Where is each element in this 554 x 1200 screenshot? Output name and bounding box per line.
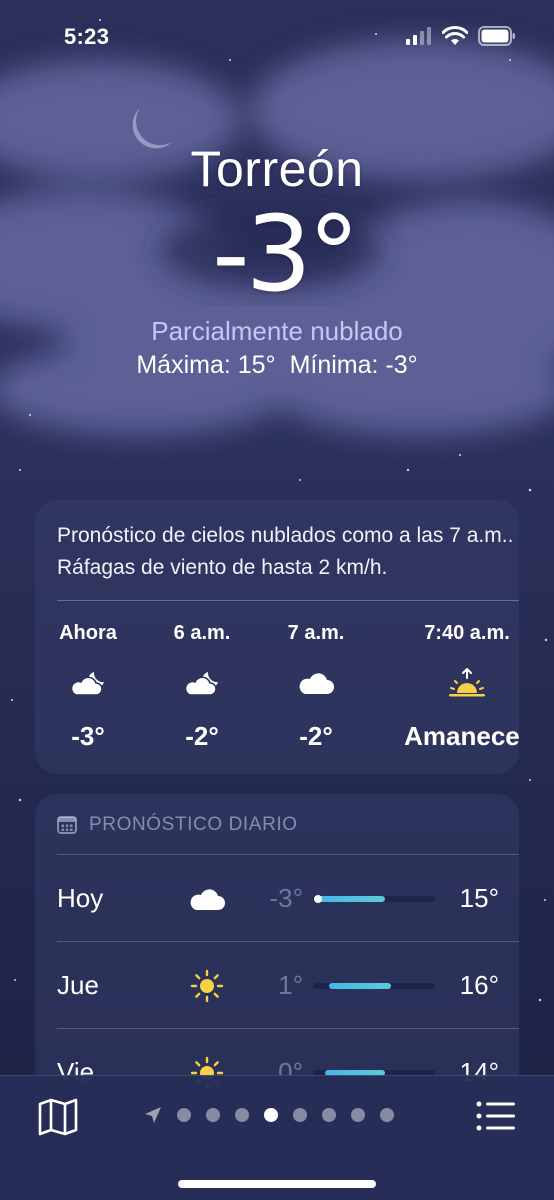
sunrise-icon bbox=[449, 668, 485, 697]
daily-forecast-header: PRONÓSTICO DIARIO bbox=[57, 814, 298, 836]
hourly-item: Ahora -3° bbox=[55, 622, 121, 752]
hourly-item: 7:40 a.m. Amanecer bbox=[397, 622, 519, 752]
bottom-toolbar bbox=[0, 1075, 554, 1200]
partly-cloudy-night-icon bbox=[184, 672, 218, 696]
hour-temperature: -3° bbox=[71, 721, 105, 751]
status-icons bbox=[406, 26, 516, 46]
hour-temperature: -2° bbox=[185, 721, 219, 751]
temperature-range-fill bbox=[329, 983, 391, 989]
divider bbox=[57, 600, 519, 601]
forecast-summary: Pronóstico de cielos nublados como a las… bbox=[57, 524, 514, 579]
calendar-icon bbox=[57, 816, 77, 834]
hourly-forecast-card[interactable]: Pronóstico de cielos nublados como a las… bbox=[35, 500, 519, 774]
current-condition: Parcialmente nublado bbox=[151, 316, 403, 346]
status-bar: 5:23 bbox=[0, 0, 554, 72]
page-dot[interactable] bbox=[206, 1108, 220, 1122]
page-dot[interactable] bbox=[322, 1108, 336, 1122]
hourly-item: 6 a.m. -2° bbox=[169, 622, 235, 752]
hour-label: 6 a.m. bbox=[173, 622, 231, 644]
cloud-icon bbox=[299, 673, 334, 694]
high-temperature: Máxima: 15° bbox=[136, 351, 276, 379]
hour-label: Ahora bbox=[59, 622, 117, 644]
day-name: Jue bbox=[57, 970, 99, 1000]
weather-header: Torreón -3° Parcialmente nublado Máxima:… bbox=[0, 140, 554, 380]
high-low: Máxima: 15° Mínima: -3° bbox=[0, 351, 554, 380]
city-name: Torreón bbox=[190, 141, 364, 197]
wifi-icon bbox=[442, 26, 468, 45]
page-indicator[interactable] bbox=[144, 1106, 394, 1124]
page-dot-active[interactable] bbox=[264, 1108, 278, 1122]
daily-row[interactable]: Hoy -3° 15° bbox=[57, 854, 519, 940]
temperature-range-fill bbox=[315, 896, 385, 902]
daily-row[interactable]: Jue 1° 16° bbox=[57, 941, 519, 1027]
day-high-temperature: 15° bbox=[459, 883, 499, 913]
city-list-button[interactable] bbox=[476, 1100, 516, 1137]
page-dot[interactable] bbox=[351, 1108, 365, 1122]
day-low-temperature: 1° bbox=[278, 970, 303, 1000]
day-name: Hoy bbox=[57, 883, 104, 913]
temperature-range-bar bbox=[313, 895, 435, 903]
hour-label: 7 a.m. bbox=[287, 622, 345, 644]
battery-icon bbox=[478, 26, 515, 46]
hour-label: 7:40 a.m. bbox=[424, 622, 510, 644]
daily-forecast-title: PRONÓSTICO DIARIO bbox=[89, 814, 298, 835]
cloud-icon bbox=[190, 889, 225, 910]
signal-icon bbox=[406, 27, 431, 45]
home-indicator[interactable] bbox=[178, 1180, 376, 1188]
page-dot[interactable] bbox=[293, 1108, 307, 1122]
status-time: 5:23 bbox=[64, 24, 110, 49]
current-temperature-marker bbox=[314, 895, 322, 903]
sun-icon bbox=[190, 969, 224, 1003]
list-icon bbox=[476, 1101, 515, 1131]
map-icon bbox=[38, 1098, 78, 1136]
hour-temperature: -2° bbox=[299, 721, 333, 751]
page-dot[interactable] bbox=[177, 1108, 191, 1122]
day-low-temperature: -3° bbox=[269, 883, 303, 913]
temperature-range-bar bbox=[313, 983, 435, 989]
sunrise-label: Amanecer bbox=[404, 721, 519, 751]
low-temperature: Mínima: -3° bbox=[289, 351, 418, 379]
page-dot[interactable] bbox=[235, 1108, 249, 1122]
map-button[interactable] bbox=[38, 1098, 78, 1141]
daily-forecast-card[interactable]: PRONÓSTICO DIARIO Hoy -3° 15° Jue 1° 16°… bbox=[35, 794, 519, 1094]
location-arrow-icon bbox=[145, 1107, 161, 1123]
current-temperature: -3° bbox=[212, 193, 360, 315]
hourly-item: 7 a.m. -2° bbox=[283, 622, 349, 752]
page-dot[interactable] bbox=[380, 1108, 394, 1122]
partly-cloudy-night-icon bbox=[70, 672, 104, 696]
day-high-temperature: 16° bbox=[459, 970, 499, 1000]
